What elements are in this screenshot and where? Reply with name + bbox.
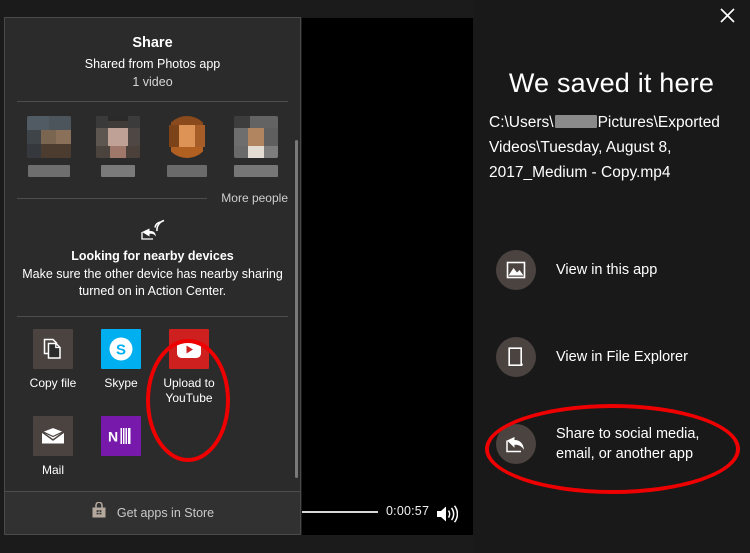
volume-high-icon bbox=[434, 505, 459, 529]
page-title: We saved it here bbox=[508, 68, 715, 98]
contact-item[interactable] bbox=[90, 116, 146, 177]
app-label: Upload to YouTube bbox=[163, 376, 215, 405]
path-prefix: C:\Users\ bbox=[489, 114, 554, 131]
redacted-username bbox=[554, 115, 597, 128]
close-button[interactable] bbox=[704, 0, 750, 30]
volume-button[interactable] bbox=[434, 503, 459, 525]
seek-bar[interactable] bbox=[302, 511, 378, 513]
action-item-view-in-file-explorer[interactable]: View in File Explorer bbox=[496, 334, 746, 380]
youtube-icon bbox=[169, 329, 209, 369]
apps-grid: Copy file S Skype Upload to YouTube Mail… bbox=[5, 317, 300, 488]
onenote-icon: N bbox=[101, 416, 141, 456]
action-label: Share to social media, email, or another… bbox=[556, 426, 700, 462]
share-header: Share Shared from Photos app 1 video bbox=[5, 18, 300, 89]
svg-text:S: S bbox=[116, 342, 126, 359]
contact-name-redacted bbox=[28, 165, 71, 177]
contact-name-redacted bbox=[166, 165, 207, 177]
avatar bbox=[164, 116, 209, 158]
app-label: Copy file bbox=[29, 376, 77, 390]
app-label: Mail bbox=[41, 463, 64, 477]
get-apps-in-store-button[interactable]: Get apps in Store bbox=[5, 491, 300, 534]
more-people-row[interactable]: More people bbox=[17, 191, 288, 205]
share-item-count: 1 video bbox=[132, 75, 173, 89]
contact-item[interactable] bbox=[159, 116, 215, 177]
video-transport-bar: 0:00:57 bbox=[300, 498, 473, 535]
action-item-view-in-this-app[interactable]: View in this app bbox=[496, 247, 746, 293]
avatar bbox=[27, 116, 72, 158]
nearby-sharing-section: Looking for nearby devices Make sure the… bbox=[5, 205, 300, 300]
share-flyout: Share Shared from Photos app 1 video Mor… bbox=[4, 17, 301, 535]
app-tile-upload-to-youtube[interactable]: Upload to YouTube bbox=[155, 329, 223, 406]
action-label: View in this app bbox=[556, 262, 658, 278]
contact-item[interactable] bbox=[228, 116, 284, 177]
action-list: View in this app View in File Explorer S… bbox=[496, 247, 746, 508]
copy-file-icon bbox=[33, 329, 73, 369]
avatar bbox=[96, 116, 141, 158]
store-bag-icon bbox=[91, 501, 107, 524]
nearby-share-icon bbox=[140, 219, 166, 241]
share-icon bbox=[496, 424, 536, 464]
contact-name-redacted bbox=[101, 165, 136, 177]
flyout-scrollbar[interactable] bbox=[295, 140, 298, 478]
app-tile-onenote[interactable]: N bbox=[87, 416, 155, 478]
action-label: View in File Explorer bbox=[556, 349, 688, 365]
app-label: Skype bbox=[104, 376, 138, 390]
app-tile-mail[interactable]: Mail bbox=[19, 416, 87, 478]
app-tile-skype[interactable]: S Skype bbox=[87, 329, 155, 406]
mail-icon bbox=[33, 416, 73, 456]
close-icon bbox=[719, 7, 735, 23]
divider-more-people bbox=[17, 197, 208, 199]
time-label: 0:00:57 bbox=[386, 504, 430, 518]
svg-text:N: N bbox=[108, 429, 118, 445]
store-label: Get apps in Store bbox=[116, 506, 215, 520]
action-item-share-to-social-media[interactable]: Share to social media, email, or another… bbox=[496, 421, 746, 467]
more-people-link[interactable]: More people bbox=[221, 191, 288, 205]
folder-document-icon bbox=[496, 337, 536, 377]
contacts-row bbox=[5, 102, 300, 177]
app-tile-copy-file[interactable]: Copy file bbox=[19, 329, 87, 406]
skype-icon: S bbox=[101, 329, 141, 369]
nearby-description: Make sure the other device has nearby sh… bbox=[22, 267, 283, 298]
saved-file-path: C:\Users\ Pictures\Exported Videos\Tuesda… bbox=[489, 110, 739, 185]
share-subtitle: Shared from Photos app bbox=[84, 57, 221, 71]
photo-icon bbox=[496, 250, 536, 290]
share-title: Share bbox=[132, 35, 173, 51]
nearby-title: Looking for nearby devices bbox=[71, 249, 234, 263]
contact-name-redacted bbox=[233, 165, 278, 177]
avatar bbox=[233, 116, 278, 158]
contact-item[interactable] bbox=[21, 116, 77, 177]
